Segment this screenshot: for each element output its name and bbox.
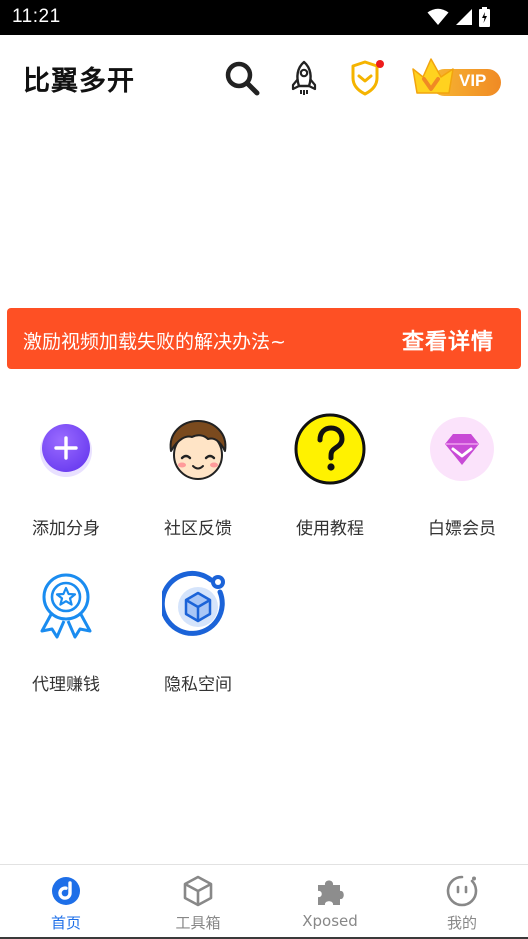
bottom-nav: 首页 工具箱 Xposed 我的 xyxy=(0,864,528,939)
status-bar: 11:21 xyxy=(0,0,528,35)
nav-item-profile[interactable]: 我的 xyxy=(396,865,528,939)
notice-text: 激励视频加载失败的解决办法~ xyxy=(23,331,286,353)
grid-label: 白嫖会员 xyxy=(428,519,496,539)
grid-item-free-vip[interactable]: 白嫖会员 xyxy=(396,413,528,563)
search-icon xyxy=(225,61,260,96)
shield-icon xyxy=(351,60,384,96)
grid-item-agent-earn[interactable]: 代理赚钱 xyxy=(0,569,132,719)
community-avatar-icon xyxy=(162,413,234,485)
nav-item-home[interactable]: 首页 xyxy=(0,865,132,939)
wifi-icon xyxy=(427,8,449,25)
grid-label: 隐私空间 xyxy=(164,675,232,695)
nav-label: 工具箱 xyxy=(175,914,221,932)
nav-item-toolbox[interactable]: 工具箱 xyxy=(132,865,264,939)
grid-item-add-clone[interactable]: 添加分身 xyxy=(0,413,132,563)
grid-item-privacy-space[interactable]: 隐私空间 xyxy=(132,569,264,719)
grid-item-tutorial[interactable]: 使用教程 xyxy=(264,413,396,563)
task-shield-button[interactable] xyxy=(344,57,386,99)
vip-button[interactable]: VIP xyxy=(409,55,503,101)
nav-label: Xposed xyxy=(302,912,358,930)
vip-crown-icon xyxy=(412,58,454,94)
view-details-button[interactable]: 查看详情 xyxy=(402,324,494,356)
grid-item-community[interactable]: 社区反馈 xyxy=(132,413,264,563)
nav-label: 首页 xyxy=(50,914,81,932)
rocket-icon xyxy=(291,60,317,95)
grid-label: 社区反馈 xyxy=(164,519,232,539)
status-time: 11:21 xyxy=(12,6,61,27)
vip-label: VIP xyxy=(459,71,487,90)
speed-up-button[interactable] xyxy=(283,57,325,99)
battery-icon xyxy=(479,7,490,27)
puzzle-icon xyxy=(314,875,346,907)
nav-item-xposed[interactable]: Xposed xyxy=(264,865,396,939)
app-title: 比翼多开 xyxy=(23,66,135,97)
home-icon xyxy=(50,875,82,907)
grid-label: 代理赚钱 xyxy=(32,675,100,695)
grid-label: 使用教程 xyxy=(296,519,364,539)
status-icons xyxy=(427,6,490,28)
add-icon xyxy=(30,413,102,485)
diamond-icon xyxy=(426,413,498,485)
toolbox-icon xyxy=(182,875,214,907)
search-button[interactable] xyxy=(221,57,263,99)
profile-face-icon xyxy=(446,875,478,907)
notice-banner[interactable]: 激励视频加载失败的解决办法~ 查看详情 xyxy=(7,308,521,369)
app-header: 比翼多开 VIP xyxy=(0,35,528,120)
grid-label: 添加分身 xyxy=(32,519,100,539)
signal-icon xyxy=(456,9,472,25)
nav-label: 我的 xyxy=(446,914,477,932)
privacy-box-icon xyxy=(162,569,234,641)
question-icon xyxy=(294,413,366,485)
award-ribbon-icon xyxy=(30,569,102,641)
